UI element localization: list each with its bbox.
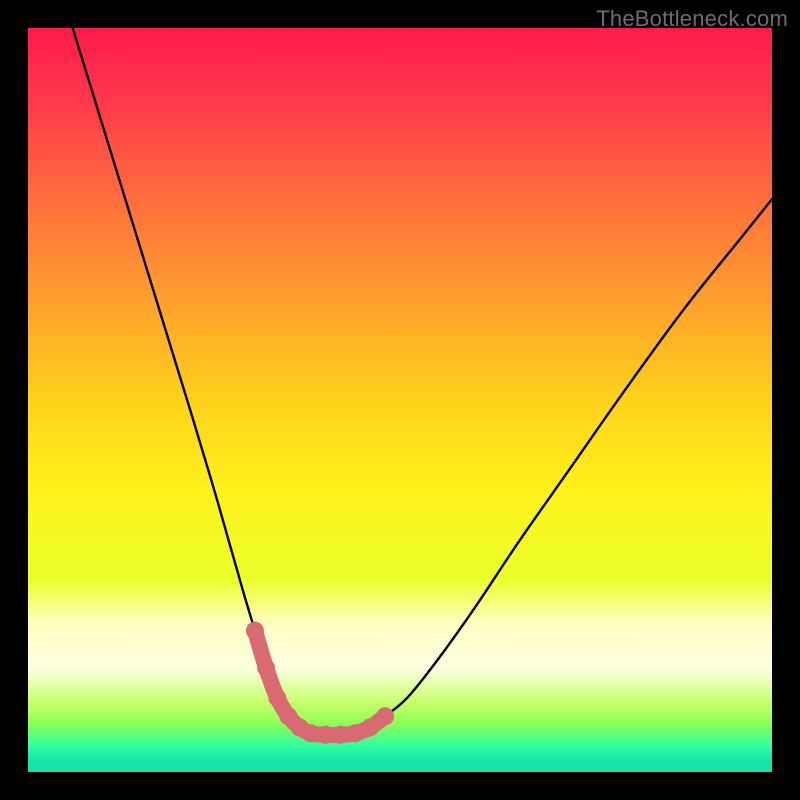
highlight-dot (268, 689, 286, 707)
bottleneck-chart (28, 28, 772, 772)
highlight-dot (246, 622, 264, 640)
plot-area (28, 28, 772, 772)
highlight-dot (361, 718, 379, 736)
highlight-dot (376, 707, 394, 725)
watermark-text: TheBottleneck.com (596, 6, 788, 32)
highlight-dot (257, 659, 275, 677)
gradient-background (28, 28, 772, 772)
chart-frame: TheBottleneck.com (0, 0, 800, 800)
